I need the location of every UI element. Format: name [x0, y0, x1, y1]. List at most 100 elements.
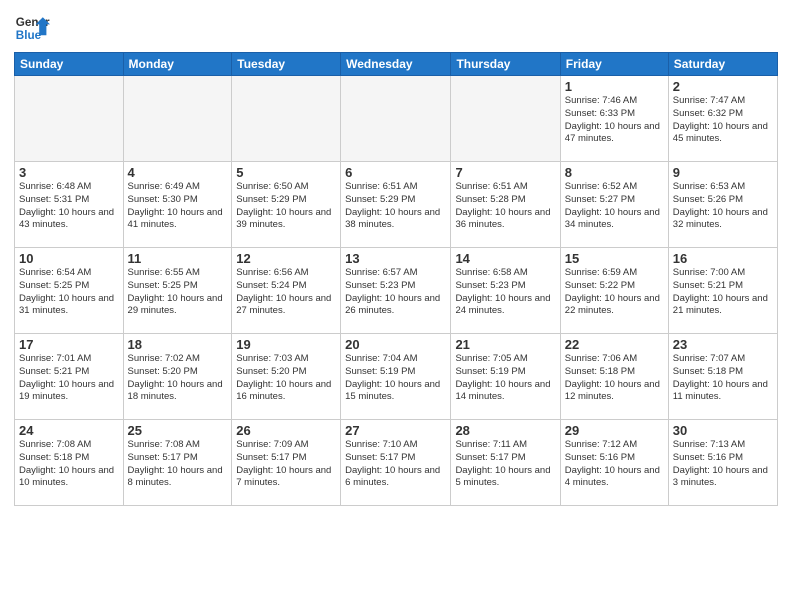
calendar-cell: 2Sunrise: 7:47 AMSunset: 6:32 PMDaylight… [668, 76, 777, 162]
calendar-cell: 6Sunrise: 6:51 AMSunset: 5:29 PMDaylight… [341, 162, 451, 248]
calendar-cell [232, 76, 341, 162]
logo: General Blue [14, 10, 50, 46]
day-info: Sunrise: 6:48 AMSunset: 5:31 PMDaylight:… [19, 181, 119, 232]
day-number: 21 [455, 337, 555, 352]
calendar-day-header: Saturday [668, 53, 777, 76]
logo-icon: General Blue [14, 10, 50, 46]
main-container: General Blue SundayMondayTuesdayWednesda… [0, 0, 792, 612]
day-number: 20 [345, 337, 446, 352]
day-info: Sunrise: 6:51 AMSunset: 5:29 PMDaylight:… [345, 181, 446, 232]
day-info: Sunrise: 6:52 AMSunset: 5:27 PMDaylight:… [565, 181, 664, 232]
day-info: Sunrise: 6:55 AMSunset: 5:25 PMDaylight:… [128, 267, 228, 318]
calendar-week-row: 3Sunrise: 6:48 AMSunset: 5:31 PMDaylight… [15, 162, 778, 248]
calendar-cell: 27Sunrise: 7:10 AMSunset: 5:17 PMDayligh… [341, 420, 451, 506]
calendar-week-row: 1Sunrise: 7:46 AMSunset: 6:33 PMDaylight… [15, 76, 778, 162]
day-info: Sunrise: 6:50 AMSunset: 5:29 PMDaylight:… [236, 181, 336, 232]
day-info: Sunrise: 7:12 AMSunset: 5:16 PMDaylight:… [565, 439, 664, 490]
calendar-cell: 17Sunrise: 7:01 AMSunset: 5:21 PMDayligh… [15, 334, 124, 420]
calendar-cell [451, 76, 560, 162]
day-number: 23 [673, 337, 773, 352]
calendar-cell: 24Sunrise: 7:08 AMSunset: 5:18 PMDayligh… [15, 420, 124, 506]
day-info: Sunrise: 7:47 AMSunset: 6:32 PMDaylight:… [673, 95, 773, 146]
calendar-cell: 22Sunrise: 7:06 AMSunset: 5:18 PMDayligh… [560, 334, 668, 420]
day-info: Sunrise: 7:11 AMSunset: 5:17 PMDaylight:… [455, 439, 555, 490]
day-number: 22 [565, 337, 664, 352]
day-info: Sunrise: 6:56 AMSunset: 5:24 PMDaylight:… [236, 267, 336, 318]
day-info: Sunrise: 6:53 AMSunset: 5:26 PMDaylight:… [673, 181, 773, 232]
calendar-day-header: Sunday [15, 53, 124, 76]
day-info: Sunrise: 7:00 AMSunset: 5:21 PMDaylight:… [673, 267, 773, 318]
calendar-cell: 4Sunrise: 6:49 AMSunset: 5:30 PMDaylight… [123, 162, 232, 248]
svg-text:Blue: Blue [16, 29, 42, 42]
calendar-cell: 21Sunrise: 7:05 AMSunset: 5:19 PMDayligh… [451, 334, 560, 420]
day-info: Sunrise: 7:05 AMSunset: 5:19 PMDaylight:… [455, 353, 555, 404]
day-number: 18 [128, 337, 228, 352]
calendar-cell: 1Sunrise: 7:46 AMSunset: 6:33 PMDaylight… [560, 76, 668, 162]
day-info: Sunrise: 7:07 AMSunset: 5:18 PMDaylight:… [673, 353, 773, 404]
day-info: Sunrise: 7:13 AMSunset: 5:16 PMDaylight:… [673, 439, 773, 490]
day-info: Sunrise: 7:04 AMSunset: 5:19 PMDaylight:… [345, 353, 446, 404]
calendar-cell: 7Sunrise: 6:51 AMSunset: 5:28 PMDaylight… [451, 162, 560, 248]
calendar-cell: 9Sunrise: 6:53 AMSunset: 5:26 PMDaylight… [668, 162, 777, 248]
day-number: 28 [455, 423, 555, 438]
day-number: 12 [236, 251, 336, 266]
calendar-cell: 11Sunrise: 6:55 AMSunset: 5:25 PMDayligh… [123, 248, 232, 334]
day-number: 9 [673, 165, 773, 180]
calendar-cell [123, 76, 232, 162]
calendar-cell: 14Sunrise: 6:58 AMSunset: 5:23 PMDayligh… [451, 248, 560, 334]
day-number: 5 [236, 165, 336, 180]
day-info: Sunrise: 7:03 AMSunset: 5:20 PMDaylight:… [236, 353, 336, 404]
day-number: 13 [345, 251, 446, 266]
day-number: 10 [19, 251, 119, 266]
day-info: Sunrise: 7:09 AMSunset: 5:17 PMDaylight:… [236, 439, 336, 490]
day-info: Sunrise: 7:08 AMSunset: 5:18 PMDaylight:… [19, 439, 119, 490]
calendar-cell: 13Sunrise: 6:57 AMSunset: 5:23 PMDayligh… [341, 248, 451, 334]
day-info: Sunrise: 7:02 AMSunset: 5:20 PMDaylight:… [128, 353, 228, 404]
calendar-cell: 16Sunrise: 7:00 AMSunset: 5:21 PMDayligh… [668, 248, 777, 334]
calendar-cell: 15Sunrise: 6:59 AMSunset: 5:22 PMDayligh… [560, 248, 668, 334]
day-number: 15 [565, 251, 664, 266]
day-number: 4 [128, 165, 228, 180]
day-info: Sunrise: 6:58 AMSunset: 5:23 PMDaylight:… [455, 267, 555, 318]
day-number: 17 [19, 337, 119, 352]
day-number: 16 [673, 251, 773, 266]
day-info: Sunrise: 7:01 AMSunset: 5:21 PMDaylight:… [19, 353, 119, 404]
calendar-header-row: SundayMondayTuesdayWednesdayThursdayFrid… [15, 53, 778, 76]
day-number: 8 [565, 165, 664, 180]
calendar-cell: 19Sunrise: 7:03 AMSunset: 5:20 PMDayligh… [232, 334, 341, 420]
day-number: 19 [236, 337, 336, 352]
day-number: 30 [673, 423, 773, 438]
calendar-cell: 25Sunrise: 7:08 AMSunset: 5:17 PMDayligh… [123, 420, 232, 506]
day-info: Sunrise: 7:08 AMSunset: 5:17 PMDaylight:… [128, 439, 228, 490]
day-number: 1 [565, 79, 664, 94]
calendar-day-header: Friday [560, 53, 668, 76]
day-number: 2 [673, 79, 773, 94]
day-number: 26 [236, 423, 336, 438]
calendar-cell [341, 76, 451, 162]
day-number: 6 [345, 165, 446, 180]
calendar-week-row: 17Sunrise: 7:01 AMSunset: 5:21 PMDayligh… [15, 334, 778, 420]
day-number: 24 [19, 423, 119, 438]
calendar-cell [15, 76, 124, 162]
calendar-day-header: Tuesday [232, 53, 341, 76]
day-number: 3 [19, 165, 119, 180]
day-number: 11 [128, 251, 228, 266]
calendar-cell: 30Sunrise: 7:13 AMSunset: 5:16 PMDayligh… [668, 420, 777, 506]
day-info: Sunrise: 6:54 AMSunset: 5:25 PMDaylight:… [19, 267, 119, 318]
day-info: Sunrise: 7:10 AMSunset: 5:17 PMDaylight:… [345, 439, 446, 490]
calendar-cell: 23Sunrise: 7:07 AMSunset: 5:18 PMDayligh… [668, 334, 777, 420]
calendar-cell: 12Sunrise: 6:56 AMSunset: 5:24 PMDayligh… [232, 248, 341, 334]
header: General Blue [14, 10, 778, 46]
calendar-cell: 10Sunrise: 6:54 AMSunset: 5:25 PMDayligh… [15, 248, 124, 334]
calendar-cell: 28Sunrise: 7:11 AMSunset: 5:17 PMDayligh… [451, 420, 560, 506]
calendar-cell: 8Sunrise: 6:52 AMSunset: 5:27 PMDaylight… [560, 162, 668, 248]
day-info: Sunrise: 6:49 AMSunset: 5:30 PMDaylight:… [128, 181, 228, 232]
calendar-week-row: 24Sunrise: 7:08 AMSunset: 5:18 PMDayligh… [15, 420, 778, 506]
day-info: Sunrise: 7:46 AMSunset: 6:33 PMDaylight:… [565, 95, 664, 146]
calendar-cell: 3Sunrise: 6:48 AMSunset: 5:31 PMDaylight… [15, 162, 124, 248]
day-number: 7 [455, 165, 555, 180]
calendar-week-row: 10Sunrise: 6:54 AMSunset: 5:25 PMDayligh… [15, 248, 778, 334]
calendar-day-header: Monday [123, 53, 232, 76]
day-info: Sunrise: 6:57 AMSunset: 5:23 PMDaylight:… [345, 267, 446, 318]
calendar-day-header: Wednesday [341, 53, 451, 76]
